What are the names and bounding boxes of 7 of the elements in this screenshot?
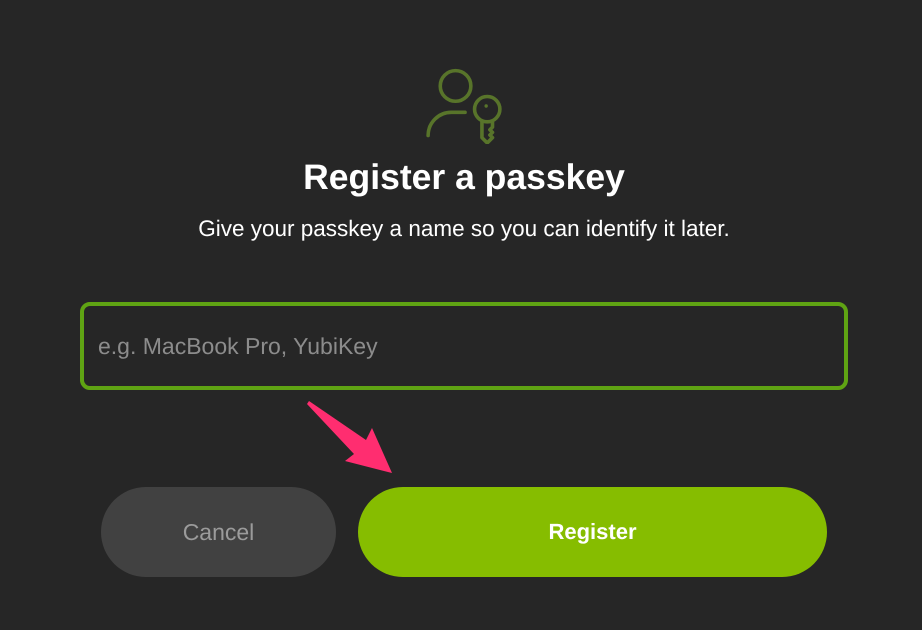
dialog-title: Register a passkey bbox=[303, 157, 625, 197]
cancel-button[interactable]: Cancel bbox=[101, 487, 336, 577]
pointer-arrow-icon bbox=[306, 400, 394, 474]
register-button[interactable]: Register bbox=[358, 487, 827, 577]
passkey-name-field[interactable]: e.g. MacBook Pro, YubiKey bbox=[80, 302, 848, 390]
user-key-icon bbox=[426, 68, 502, 144]
dialog-subtitle: Give your passkey a name so you can identify it later. bbox=[198, 216, 730, 242]
